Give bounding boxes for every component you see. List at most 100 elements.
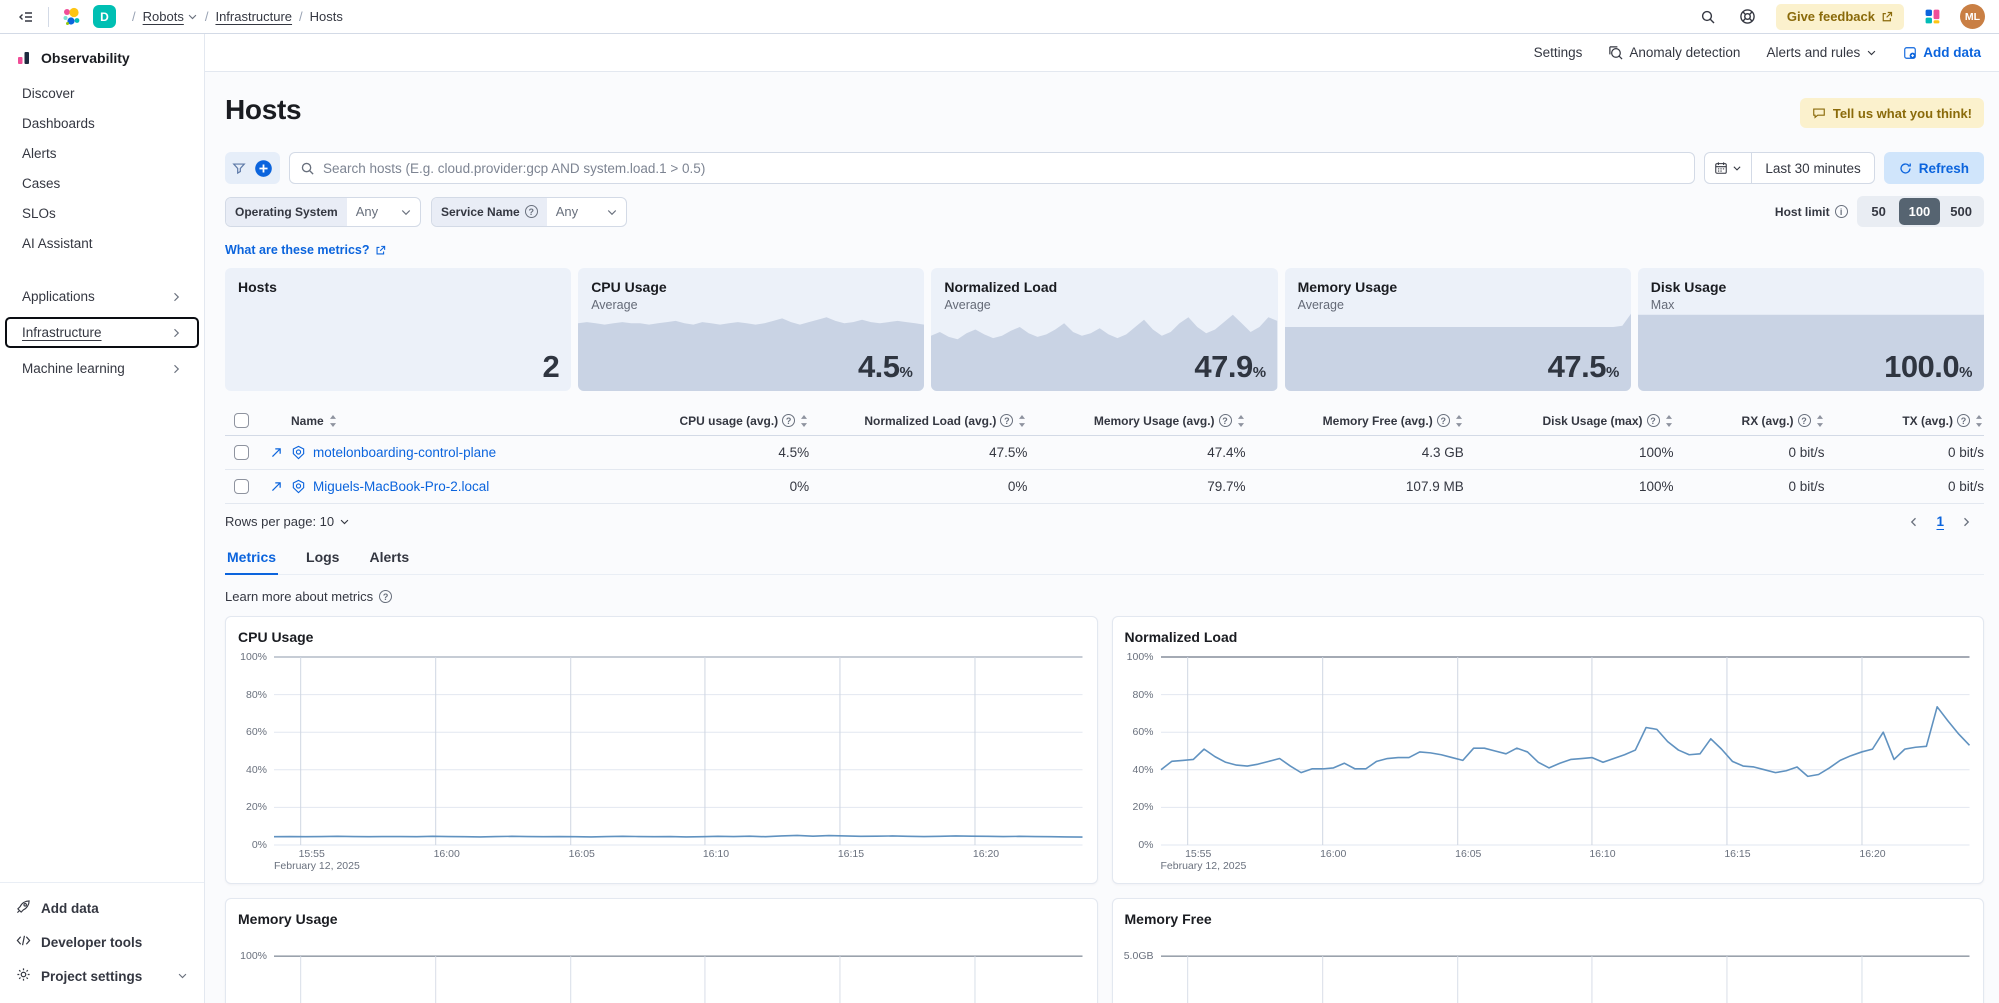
chart-plot-area[interactable] xyxy=(274,939,1083,1003)
breadcrumb-robots[interactable]: Robots xyxy=(143,9,198,24)
filter-funnel-icon[interactable] xyxy=(232,161,246,175)
column-header-label: Normalized Load (avg.) xyxy=(864,414,996,428)
alerts-and-rules-button[interactable]: Alerts and rules xyxy=(1766,45,1877,60)
menu-collapse-icon[interactable] xyxy=(14,5,38,29)
sort-icon[interactable] xyxy=(1017,415,1027,427)
give-feedback-label: Give feedback xyxy=(1787,9,1875,24)
sort-icon[interactable] xyxy=(1454,415,1464,427)
chevron-down-icon xyxy=(606,206,626,218)
chevron-right-icon xyxy=(170,327,182,339)
prev-page-button[interactable] xyxy=(1908,516,1920,528)
chart-title: Memory Usage xyxy=(238,911,1083,927)
kpi-tile-hosts[interactable]: Hosts2 xyxy=(225,268,571,391)
time-range-value[interactable]: Last 30 minutes xyxy=(1752,161,1873,176)
tab-logs[interactable]: Logs xyxy=(304,543,341,574)
column-header-memory-free-avg-[interactable]: Memory Free (avg.)? xyxy=(1246,414,1464,428)
sidebar-item-machine-learning[interactable]: Machine learning xyxy=(6,354,198,383)
kpi-tile-memory-usage[interactable]: Memory UsageAverage47.5% xyxy=(1285,268,1631,391)
column-header-normalized-load-avg-[interactable]: Normalized Load (avg.)? xyxy=(809,414,1027,428)
search-icon[interactable] xyxy=(1696,5,1720,29)
host-name-cell: motelonboarding-control-plane xyxy=(291,445,591,460)
sidebar-footer-project-settings[interactable]: Project settings xyxy=(0,959,204,993)
cell-cpu-usage-avg-: 0% xyxy=(591,479,809,494)
chart-plot-area[interactable] xyxy=(274,657,1083,845)
chart-y-axis: 5.0GB xyxy=(1125,939,1161,1003)
tell-us-button[interactable]: Tell us what you think! xyxy=(1800,98,1984,128)
kpi-value: 2 xyxy=(542,349,559,385)
breadcrumb-infrastructure[interactable]: Infrastructure xyxy=(215,9,292,24)
chart-plot-area[interactable] xyxy=(1161,939,1970,1003)
column-header-tx-avg-[interactable]: TX (avg.)? xyxy=(1825,414,1984,428)
add-filter-button[interactable] xyxy=(254,159,273,178)
expand-row-icon[interactable] xyxy=(261,446,291,459)
sort-icon[interactable] xyxy=(1236,415,1246,427)
sort-icon[interactable] xyxy=(799,415,809,427)
user-avatar[interactable]: ML xyxy=(1960,4,1985,29)
page-number[interactable]: 1 xyxy=(1936,514,1944,529)
sidebar-footer-developer-tools[interactable]: Developer tools xyxy=(0,925,204,959)
host-name-link[interactable]: Miguels-MacBook-Pro-2.local xyxy=(313,479,489,494)
sidebar-item-applications[interactable]: Applications xyxy=(6,282,198,311)
breadcrumb: /Robots/Infrastructure/Hosts xyxy=(132,9,343,24)
cell-memory-free-avg-: 4.3 GB xyxy=(1246,445,1464,460)
column-header-label: CPU usage (avg.) xyxy=(679,414,778,428)
row-checkbox[interactable] xyxy=(234,445,249,460)
settings-button[interactable]: Settings xyxy=(1534,45,1583,60)
sort-icon[interactable] xyxy=(1815,415,1825,427)
column-header-disk-usage-max-[interactable]: Disk Usage (max)? xyxy=(1464,414,1674,428)
chart-body: 100%80%60%40%20%0% xyxy=(1125,657,1970,845)
host-limit-option-500[interactable]: 500 xyxy=(1940,198,1982,225)
column-header-cpu-usage-avg-[interactable]: CPU usage (avg.)? xyxy=(591,414,809,428)
sort-icon[interactable] xyxy=(328,415,338,427)
learn-more-link[interactable]: Learn more about metrics ? xyxy=(225,589,392,604)
what-are-metrics-link[interactable]: What are these metrics? xyxy=(225,243,386,257)
elastic-logo[interactable] xyxy=(59,5,83,29)
x-tick-label: 16:15 xyxy=(1724,848,1750,860)
rows-per-page[interactable]: Rows per page: 10 xyxy=(225,514,350,529)
x-tick-label: 15:55 xyxy=(1185,848,1211,860)
help-icon[interactable] xyxy=(1736,5,1760,29)
host-limit-option-50[interactable]: 50 xyxy=(1859,198,1899,225)
expand-row-icon[interactable] xyxy=(261,480,291,493)
sidebar-item-dashboards[interactable]: Dashboards xyxy=(6,109,198,138)
add-data-button[interactable]: Add data xyxy=(1903,45,1981,60)
info-icon: ? xyxy=(525,205,538,218)
sidebar-item-discover[interactable]: Discover xyxy=(6,79,198,108)
sort-icon[interactable] xyxy=(1664,415,1674,427)
x-tick-label: 16:00 xyxy=(1320,848,1346,860)
calendar-button[interactable] xyxy=(1705,153,1752,183)
operating-system-filter[interactable]: Operating System Any xyxy=(225,197,421,227)
sidebar-item-infrastructure[interactable]: Infrastructure xyxy=(6,318,198,347)
next-page-button[interactable] xyxy=(1960,516,1972,528)
host-limit-option-100[interactable]: 100 xyxy=(1899,198,1941,225)
column-header-rx-avg-[interactable]: RX (avg.)? xyxy=(1674,414,1825,428)
space-badge[interactable]: D xyxy=(93,5,116,28)
sidebar-group-label: Infrastructure xyxy=(22,325,102,340)
service-name-filter[interactable]: Service Name ? Any xyxy=(431,197,627,227)
sort-icon[interactable] xyxy=(1974,415,1984,427)
chevron-down-icon xyxy=(1732,163,1742,173)
host-name-link[interactable]: motelonboarding-control-plane xyxy=(313,445,496,460)
give-feedback-button[interactable]: Give feedback xyxy=(1776,4,1904,30)
kpi-tile-normalized-load[interactable]: Normalized LoadAverage47.9% xyxy=(931,268,1277,391)
cell-normalized-load-avg-: 0% xyxy=(809,479,1027,494)
sidebar-item-slos[interactable]: SLOs xyxy=(6,199,198,228)
row-checkbox[interactable] xyxy=(234,479,249,494)
sidebar-item-cases[interactable]: Cases xyxy=(6,169,198,198)
sidebar-item-alerts[interactable]: Alerts xyxy=(6,139,198,168)
refresh-button[interactable]: Refresh xyxy=(1884,152,1984,184)
sidebar-footer-label: Add data xyxy=(41,901,99,916)
chart-plot-area[interactable] xyxy=(1161,657,1970,845)
sidebar-footer-add-data[interactable]: Add data xyxy=(0,891,204,925)
apps-grid-icon[interactable] xyxy=(1920,5,1944,29)
anomaly-detection-button[interactable]: Anomaly detection xyxy=(1608,45,1740,60)
table-select-all[interactable] xyxy=(234,413,249,428)
column-header-memory-usage-avg-[interactable]: Memory Usage (avg.)? xyxy=(1027,414,1245,428)
tab-metrics[interactable]: Metrics xyxy=(225,543,278,574)
search-input[interactable] xyxy=(323,161,1684,176)
column-header-name[interactable]: Name xyxy=(291,414,591,428)
sidebar-item-ai-assistant[interactable]: AI Assistant xyxy=(6,229,198,258)
kpi-tile-disk-usage[interactable]: Disk UsageMax100.0% xyxy=(1638,268,1984,391)
kpi-tile-cpu-usage[interactable]: CPU UsageAverage4.5% xyxy=(578,268,924,391)
tab-alerts[interactable]: Alerts xyxy=(367,543,411,574)
